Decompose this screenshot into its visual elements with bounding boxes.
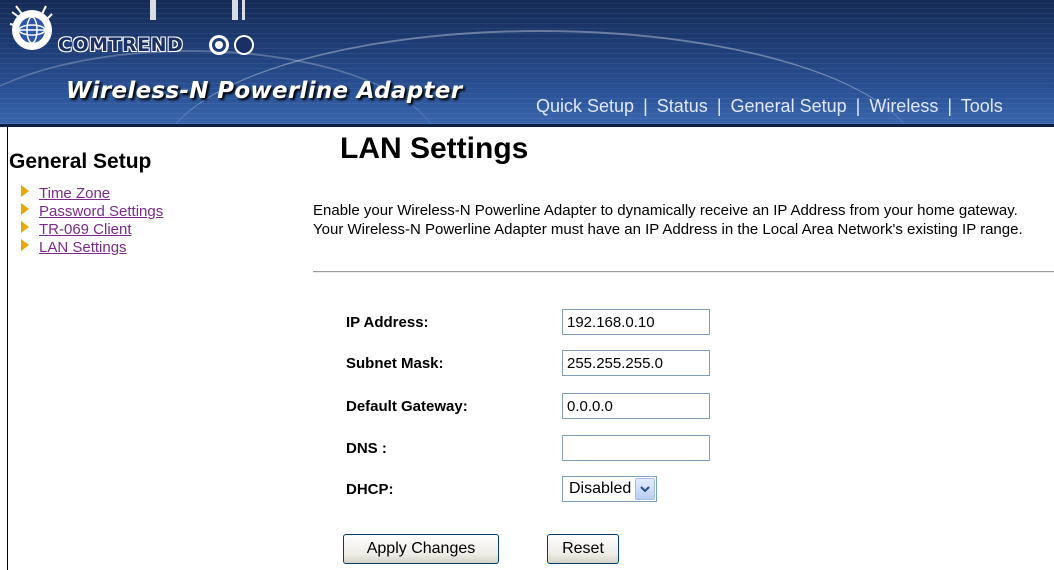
arrow-right-icon <box>21 203 29 215</box>
ip-address-label: IP Address: <box>346 313 429 331</box>
comtrend-globe-logo-icon <box>9 5 53 50</box>
header-banner: COMTREND Wireless-N Powerline Adapter Qu… <box>0 0 1054 127</box>
arrow-right-icon <box>21 239 29 251</box>
dhcp-select[interactable]: Disabled <box>562 476 658 502</box>
sidebar-link-tr069-client[interactable]: TR-069 Client <box>39 221 132 238</box>
nav-separator: | <box>643 96 648 116</box>
nav-separator: | <box>947 96 953 116</box>
reset-button[interactable]: Reset <box>547 534 619 564</box>
nav-separator: | <box>855 96 861 116</box>
brand-logo-text: COMTREND <box>58 34 184 56</box>
dhcp-label: DHCP: <box>346 480 394 498</box>
sidebar-item-lan-settings: LAN Settings <box>21 238 163 256</box>
nav-tools[interactable]: Tools <box>961 96 1003 116</box>
header-decor-bar <box>150 0 156 20</box>
sidebar-title: General Setup <box>9 150 152 173</box>
nav-wireless[interactable]: Wireless <box>869 96 938 116</box>
subnet-mask-input[interactable] <box>562 350 710 376</box>
dhcp-selected-value: Disabled <box>569 480 632 497</box>
sidebar-link-time-zone[interactable]: Time Zone <box>39 185 110 202</box>
sidebar-item-password-settings: Password Settings <box>21 202 163 220</box>
brand-logo-dots-icon <box>209 35 254 55</box>
dns-label: DNS : <box>346 439 387 457</box>
arrow-right-icon <box>21 185 29 197</box>
nav-status[interactable]: Status <box>657 96 708 116</box>
subnet-mask-label: Subnet Mask: <box>346 354 444 372</box>
dhcp-row: DHCP: Disabled <box>346 472 658 506</box>
nav-general-setup[interactable]: General Setup <box>731 96 847 116</box>
sidebar-divider <box>7 127 8 570</box>
default-gateway-label: Default Gateway: <box>346 397 468 415</box>
section-divider <box>313 271 1054 273</box>
nav-separator: | <box>716 96 722 116</box>
nav-quick-setup[interactable]: Quick Setup <box>536 96 634 116</box>
top-navigation: Quick Setup | Status | General Setup | W… <box>536 96 1003 117</box>
apply-changes-button[interactable]: Apply Changes <box>343 534 499 564</box>
default-gateway-input[interactable] <box>562 393 710 419</box>
sidebar-link-lan-settings[interactable]: LAN Settings <box>39 239 127 256</box>
dns-input[interactable] <box>562 435 710 461</box>
sidebar-item-tr069-client: TR-069 Client <box>21 220 163 238</box>
sidebar-link-password-settings[interactable]: Password Settings <box>39 203 163 220</box>
arrow-right-icon <box>21 221 29 233</box>
sidebar-item-time-zone: Time Zone <box>21 184 163 202</box>
product-title: Wireless-N Powerline Adapter <box>66 78 463 104</box>
chevron-down-icon <box>640 485 650 492</box>
default-gateway-row: Default Gateway: <box>346 389 710 423</box>
dropdown-arrow-icon[interactable] <box>635 478 656 500</box>
header-decor-bar <box>232 0 238 20</box>
page-title: LAN Settings <box>340 132 529 165</box>
page-description: Enable your Wireless-N Powerline Adapter… <box>313 202 1023 238</box>
sidebar-menu: Time Zone Password Settings TR-069 Clien… <box>21 184 163 256</box>
ip-address-input[interactable] <box>562 309 710 335</box>
header-decor-bar <box>242 0 245 20</box>
dns-row: DNS : <box>346 431 710 465</box>
ip-address-row: IP Address: <box>346 305 710 339</box>
subnet-mask-row: Subnet Mask: <box>346 346 710 380</box>
